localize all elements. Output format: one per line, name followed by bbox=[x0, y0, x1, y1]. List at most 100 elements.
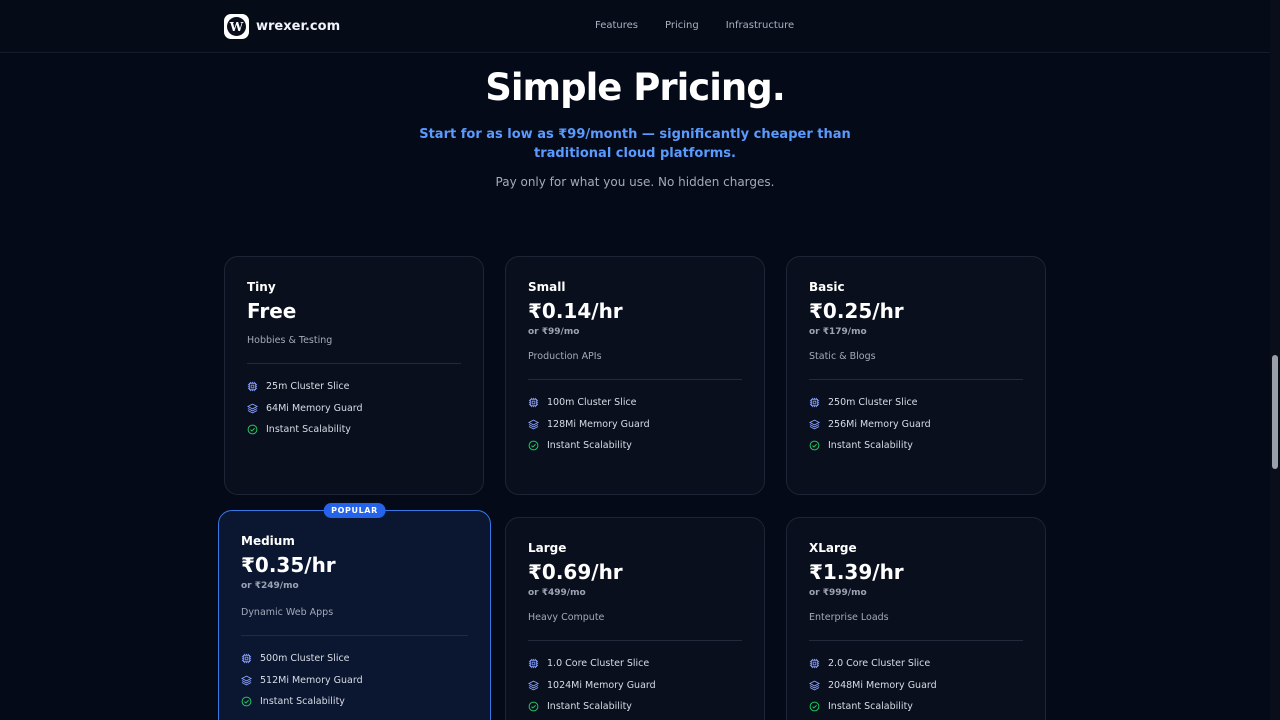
feature-list: 2.0 Core Cluster Slice 2048Mi Memory Guar… bbox=[809, 653, 937, 718]
feature-item: Instant Scalability bbox=[247, 419, 363, 441]
layers-icon bbox=[528, 419, 547, 430]
pricing-card-basic[interactable]: Basic ₹0.25/hr or ₹179/mo Static & Blogs 250… bbox=[786, 256, 1046, 495]
feature-item: 25m Cluster Slice bbox=[247, 376, 363, 398]
feature-label: 100m Cluster Slice bbox=[547, 397, 637, 409]
feature-list: 100m Cluster Slice 128Mi Memory Guard Inst… bbox=[528, 392, 650, 457]
feature-label: Instant Scalability bbox=[828, 440, 913, 452]
plan-name: Medium bbox=[241, 534, 295, 548]
hero-note: Pay only for what you use. No hidden cha… bbox=[495, 175, 775, 189]
feature-item: 256Mi Memory Guard bbox=[809, 414, 931, 436]
plan-description: Heavy Compute bbox=[528, 612, 605, 623]
nav-link-infrastructure[interactable]: Infrastructure bbox=[726, 20, 794, 31]
plan-description: Dynamic Web Apps bbox=[241, 607, 334, 618]
feature-label: 1024Mi Memory Guard bbox=[547, 679, 656, 691]
cpu-icon bbox=[241, 653, 260, 664]
feature-item: Instant Scalability bbox=[528, 696, 656, 718]
feature-list: 500m Cluster Slice 512Mi Memory Guard Inst… bbox=[241, 648, 363, 713]
plan-price: Free bbox=[247, 299, 297, 323]
feature-label: 64Mi Memory Guard bbox=[266, 402, 363, 414]
plan-monthly-price: or ₹249/mo bbox=[241, 581, 299, 591]
logo-icon: W bbox=[224, 14, 249, 39]
feature-item: 250m Cluster Slice bbox=[809, 392, 931, 414]
feature-label: Instant Scalability bbox=[266, 424, 351, 436]
layers-icon bbox=[809, 680, 828, 691]
layers-icon bbox=[241, 675, 260, 686]
pricing-card-xlarge[interactable]: XLarge ₹1.39/hr or ₹999/mo Enterprise Loads… bbox=[786, 517, 1046, 720]
hero-subtitle: Start for as low as ₹99/month — signific… bbox=[419, 127, 851, 161]
pricing-card-small[interactable]: Small ₹0.14/hr or ₹99/mo Production APIs 100… bbox=[505, 256, 765, 495]
check-circle-icon bbox=[809, 440, 828, 451]
nav-link-pricing[interactable]: Pricing bbox=[665, 20, 699, 31]
feature-label: 128Mi Memory Guard bbox=[547, 418, 650, 430]
plan-description: Production APIs bbox=[528, 351, 602, 362]
card-divider bbox=[241, 635, 468, 636]
nav-link-features[interactable]: Features bbox=[595, 20, 638, 31]
feature-item: 1024Mi Memory Guard bbox=[528, 675, 656, 697]
page-scrollbar[interactable] bbox=[1270, 0, 1280, 720]
feature-label: Instant Scalability bbox=[260, 696, 345, 708]
feature-list: 250m Cluster Slice 256Mi Memory Guard Inst… bbox=[809, 392, 931, 457]
plan-price: ₹0.35/hr bbox=[241, 553, 336, 577]
feature-item: Instant Scalability bbox=[241, 691, 363, 713]
feature-item: 500m Cluster Slice bbox=[241, 648, 363, 670]
feature-list: 25m Cluster Slice 64Mi Memory Guard Instan… bbox=[247, 376, 363, 441]
pricing-card-large[interactable]: Large ₹0.69/hr or ₹499/mo Heavy Compute 1.0 … bbox=[505, 517, 765, 720]
cpu-icon bbox=[809, 397, 828, 408]
page-title: Simple Pricing. bbox=[485, 66, 786, 109]
feature-item: Instant Scalability bbox=[809, 696, 937, 718]
plan-name: Small bbox=[528, 280, 566, 294]
plan-price: ₹0.14/hr bbox=[528, 299, 623, 323]
feature-item: 2.0 Core Cluster Slice bbox=[809, 653, 937, 675]
feature-item: 100m Cluster Slice bbox=[528, 392, 650, 414]
check-circle-icon bbox=[241, 696, 260, 707]
card-divider bbox=[528, 640, 742, 641]
layers-icon bbox=[247, 403, 266, 414]
check-circle-icon bbox=[528, 701, 547, 712]
feature-item: 512Mi Memory Guard bbox=[241, 670, 363, 692]
feature-label: 500m Cluster Slice bbox=[260, 653, 350, 665]
card-divider bbox=[528, 379, 742, 380]
feature-label: 512Mi Memory Guard bbox=[260, 674, 363, 686]
feature-item: Instant Scalability bbox=[528, 435, 650, 457]
scrollbar-thumb[interactable] bbox=[1272, 355, 1278, 469]
cpu-icon bbox=[809, 658, 828, 669]
plan-name: Tiny bbox=[247, 280, 276, 294]
pricing-card-tiny[interactable]: Tiny Free Hobbies & Testing 25m Cluster Sli… bbox=[224, 256, 484, 495]
card-divider bbox=[809, 379, 1023, 380]
layers-icon bbox=[528, 680, 547, 691]
top-nav: W wrexer.com Features Pricing Infrastruc… bbox=[0, 0, 1270, 53]
feature-label: 2.0 Core Cluster Slice bbox=[828, 658, 931, 670]
feature-label: 25m Cluster Slice bbox=[266, 381, 350, 393]
plan-monthly-price: or ₹999/mo bbox=[809, 588, 867, 598]
logo-letter: W bbox=[227, 17, 246, 36]
nav-links: Features Pricing Infrastructure bbox=[595, 20, 821, 31]
plan-monthly-price: or ₹499/mo bbox=[528, 588, 586, 598]
feature-label: Instant Scalability bbox=[828, 701, 913, 713]
feature-label: 2048Mi Memory Guard bbox=[828, 679, 937, 691]
plan-name: Basic bbox=[809, 280, 845, 294]
cpu-icon bbox=[247, 381, 266, 392]
feature-item: 64Mi Memory Guard bbox=[247, 398, 363, 420]
feature-item: 1.0 Core Cluster Slice bbox=[528, 653, 656, 675]
feature-label: 250m Cluster Slice bbox=[828, 397, 918, 409]
feature-item: 128Mi Memory Guard bbox=[528, 414, 650, 436]
plan-name: Large bbox=[528, 541, 567, 555]
brand-name: wrexer.com bbox=[256, 19, 341, 34]
plan-price: ₹0.25/hr bbox=[809, 299, 904, 323]
feature-label: 1.0 Core Cluster Slice bbox=[547, 658, 650, 670]
check-circle-icon bbox=[528, 440, 547, 451]
cpu-icon bbox=[528, 658, 547, 669]
feature-label: 256Mi Memory Guard bbox=[828, 418, 931, 430]
feature-item: Instant Scalability bbox=[809, 435, 931, 457]
plan-description: Static & Blogs bbox=[809, 351, 876, 362]
plan-monthly-price: or ₹99/mo bbox=[528, 327, 580, 337]
popular-badge: POPULAR bbox=[323, 503, 386, 518]
cpu-icon bbox=[528, 397, 547, 408]
plan-description: Hobbies & Testing bbox=[247, 335, 333, 346]
card-divider bbox=[247, 363, 461, 364]
feature-item: 2048Mi Memory Guard bbox=[809, 675, 937, 697]
brand-logo[interactable]: W wrexer.com bbox=[224, 14, 340, 39]
feature-label: Instant Scalability bbox=[547, 440, 632, 452]
plan-description: Enterprise Loads bbox=[809, 612, 889, 623]
pricing-card-medium[interactable]: POPULAR Medium ₹0.35/hr or ₹249/mo Dynamic W… bbox=[218, 503, 491, 720]
